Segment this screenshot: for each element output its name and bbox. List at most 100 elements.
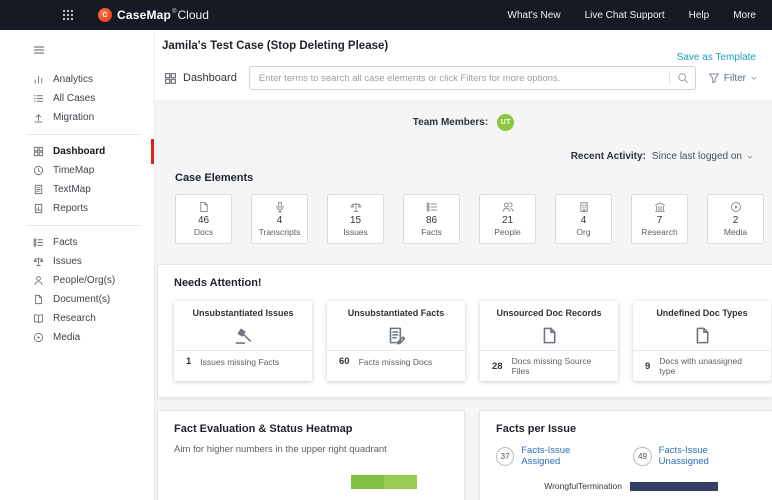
doc-icon (198, 201, 210, 213)
topnav-live-chat-support[interactable]: Live Chat Support (585, 10, 665, 21)
sidebar-item-textmap[interactable]: TextMap (0, 180, 154, 199)
sidebar-item-dashboard[interactable]: Dashboard (0, 142, 154, 161)
case-element-card-research[interactable]: 7 Research (631, 194, 688, 244)
sidebar-item-media[interactable]: Media (0, 328, 154, 347)
card-count: 4 (581, 215, 587, 227)
filter-button[interactable]: Filter (708, 72, 758, 84)
case-element-card-issues[interactable]: 15 Issues (327, 194, 384, 244)
na-count: 1 (186, 356, 191, 367)
topnav-whats-new[interactable]: What's New (508, 10, 561, 21)
card-count: 21 (502, 215, 513, 227)
case-elements-cards: 46 Docs 4 Transcripts 15 Issues (175, 194, 758, 244)
doc-icon (480, 320, 618, 350)
chevron-down-icon (746, 153, 754, 161)
sidebar-collapse-icon[interactable] (33, 44, 154, 56)
sidebar-item-timemap[interactable]: TimeMap (0, 161, 154, 180)
case-element-card-media[interactable]: 2 Media (707, 194, 764, 244)
case-header: Jamila's Test Case (Stop Deleting Please… (162, 35, 758, 63)
card-label: Docs (194, 227, 213, 237)
dashboard-icon (164, 72, 177, 85)
card-count: 86 (426, 215, 437, 227)
doc-chart-icon (33, 203, 44, 214)
checklist-icon (426, 201, 438, 213)
sidebar-item-facts[interactable]: Facts (0, 233, 154, 252)
building-icon (578, 201, 590, 213)
registered-mark: ® (172, 9, 176, 15)
needs-attention-cards: Unsubstantiated Issues 1 Issues missing … (174, 301, 756, 381)
stat-label-link[interactable]: Facts-Issue Assigned (521, 445, 607, 467)
sidebar-group-bottom: Facts Issues People/Org(s) Document(s) R… (0, 233, 154, 347)
sidebar-item-label: Analytics (53, 74, 93, 85)
search-box (249, 66, 696, 90)
case-element-card-facts[interactable]: 86 Facts (403, 194, 460, 244)
na-foot-label: Docs with unassigned type (659, 356, 759, 376)
case-element-card-transcripts[interactable]: 4 Transcripts (251, 194, 308, 244)
case-element-card-org[interactable]: 4 Org (555, 194, 612, 244)
needs-attention-title: Needs Attention! (174, 277, 756, 289)
sidebar-item-documents[interactable]: Document(s) (0, 290, 154, 309)
stat-label-link[interactable]: Facts-Issue Unassigned (659, 445, 756, 467)
facts-issue-unassigned-stat: 49 Facts-Issue Unassigned (633, 445, 756, 467)
na-card-unsubstantiated-facts[interactable]: Unsubstantiated Facts 60 Facts missing D… (327, 301, 465, 381)
brand-suffix: Cloud (178, 8, 209, 22)
na-card-footer: 9 Docs with unassigned type (633, 350, 771, 381)
stat-count-circle: 37 (496, 447, 514, 466)
sidebar-item-issues[interactable]: Issues (0, 252, 154, 271)
topbar: C CaseMap ® Cloud What's New Live Chat S… (0, 0, 772, 30)
funnel-icon (708, 72, 720, 84)
na-card-unsubstantiated-issues[interactable]: Unsubstantiated Issues 1 Issues missing … (174, 301, 312, 381)
sidebar-item-research[interactable]: Research (0, 309, 154, 328)
columns-icon (654, 201, 666, 213)
case-element-card-people[interactable]: 21 People (479, 194, 536, 244)
sidebar-item-reports[interactable]: Reports (0, 199, 154, 218)
facts-per-issue-stats: 37 Facts-Issue Assigned 49 Facts-Issue U… (496, 445, 756, 467)
search-input[interactable] (249, 66, 696, 90)
sidebar-item-label: All Cases (53, 93, 95, 104)
doc-icon (33, 294, 44, 305)
dashboard-content: Team Members: UT Recent Activity: Since … (155, 100, 772, 500)
list-icon (33, 93, 44, 104)
search-icon[interactable] (669, 71, 689, 85)
sidebar-item-migration[interactable]: Migration (0, 108, 154, 127)
topnav-help[interactable]: Help (689, 10, 710, 21)
save-as-template-link[interactable]: Save as Template (677, 52, 756, 63)
heatmap-cells (351, 475, 417, 489)
facts-issue-assigned-stat: 37 Facts-Issue Assigned (496, 445, 607, 467)
sidebar-item-label: Migration (53, 112, 94, 123)
heatmap-cell[interactable] (384, 475, 417, 489)
app-switcher-icon[interactable] (62, 9, 74, 21)
brand-name: CaseMap (117, 8, 171, 22)
sidebar-item-people-orgs[interactable]: People/Org(s) (0, 271, 154, 290)
fact-evaluation-heatmap-panel: Fact Evaluation & Status Heatmap Aim for… (157, 410, 465, 500)
heatmap-cell[interactable] (351, 475, 384, 489)
card-label: Research (641, 227, 677, 237)
na-count: 9 (645, 361, 650, 372)
topnav: What's New Live Chat Support Help More (508, 10, 756, 21)
gavel-icon (174, 320, 312, 350)
na-card-undefined-doc-types[interactable]: Undefined Doc Types 9 Docs with unassign… (633, 301, 771, 381)
card-count: 7 (657, 215, 663, 227)
card-label: Transcripts (259, 227, 301, 237)
book-icon (33, 313, 44, 324)
topnav-more[interactable]: More (733, 10, 756, 21)
na-card-unsourced-doc-records[interactable]: Unsourced Doc Records 28 Docs missing So… (480, 301, 618, 381)
sidebar-item-label: Media (53, 332, 80, 343)
upload-icon (33, 112, 44, 123)
sidebar-item-all-cases[interactable]: All Cases (0, 89, 154, 108)
sidebar-divider (27, 225, 140, 226)
case-element-card-docs[interactable]: 46 Docs (175, 194, 232, 244)
card-count: 4 (277, 215, 283, 227)
issue-bar[interactable] (630, 482, 718, 491)
scales-icon (350, 201, 362, 213)
card-label: Media (724, 227, 747, 237)
sidebar-item-analytics[interactable]: Analytics (0, 70, 154, 89)
na-card-title: Unsubstantiated Issues (174, 301, 312, 320)
na-foot-label: Facts missing Docs (359, 357, 433, 367)
recent-activity-row: Recent Activity: Since last logged on (155, 133, 772, 166)
issue-bar-label: WrongfulTermination (496, 481, 622, 491)
team-member-avatar[interactable]: UT (497, 114, 514, 131)
facts-per-issue-panel: Facts per Issue 37 Facts-Issue Assigned … (479, 410, 772, 500)
brand-logo: C CaseMap ® Cloud (98, 8, 209, 22)
recent-activity-select[interactable]: Since last logged on (652, 151, 754, 162)
na-count: 60 (339, 356, 350, 367)
